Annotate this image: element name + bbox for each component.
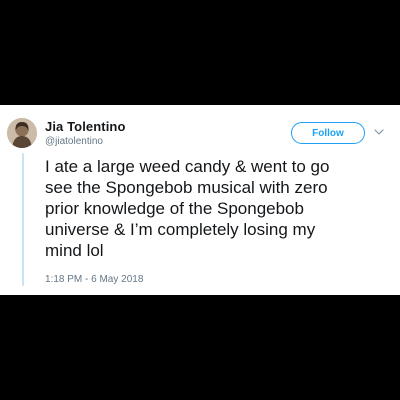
avatar-icon bbox=[7, 118, 37, 148]
chevron-down-icon bbox=[374, 129, 384, 135]
tweet-timestamp[interactable]: 1:18 PM - 6 May 2018 bbox=[45, 274, 143, 286]
author-handle[interactable]: @jiatolentino bbox=[45, 136, 103, 148]
thread-line bbox=[22, 153, 24, 286]
avatar[interactable] bbox=[7, 118, 37, 148]
tweet-text: I ate a large weed candy & went to go se… bbox=[45, 157, 330, 260]
author-display-name[interactable]: Jia Tolentino bbox=[45, 119, 126, 134]
follow-button[interactable]: Follow bbox=[291, 122, 365, 144]
screenshot-frame: Jia Tolentino @jiatolentino Follow I ate… bbox=[0, 0, 400, 400]
more-options-button[interactable] bbox=[374, 128, 384, 136]
